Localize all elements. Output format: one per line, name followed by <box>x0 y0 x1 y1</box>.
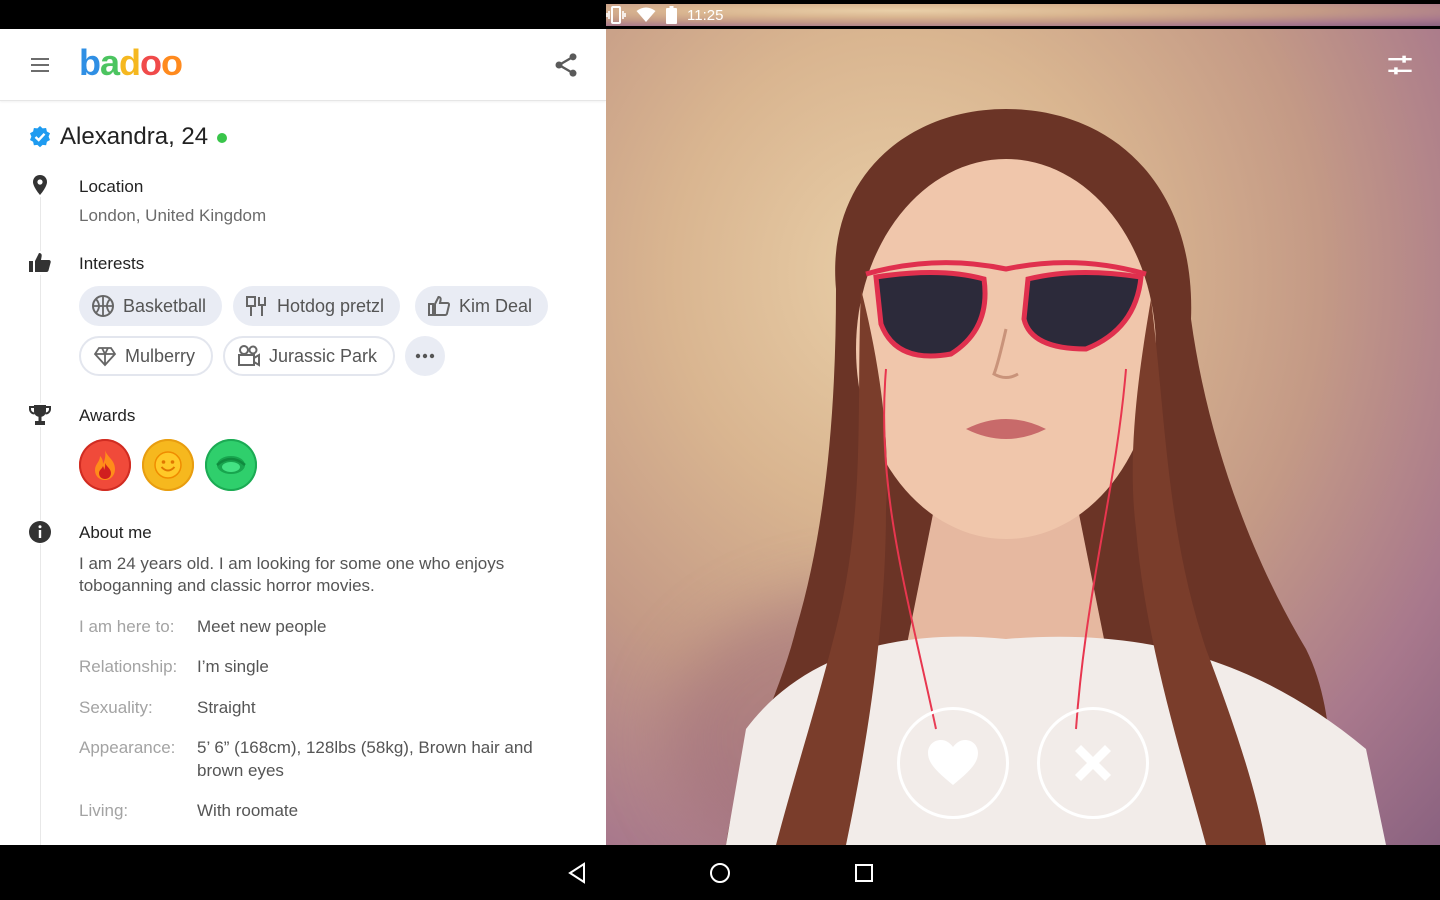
thumbs-up-icon <box>428 295 451 316</box>
filter-sliders-icon[interactable] <box>1386 51 1414 79</box>
android-navigation-bar <box>0 845 1440 900</box>
home-icon[interactable] <box>708 861 732 885</box>
field-value-sexuality: Straight <box>197 698 256 717</box>
back-icon[interactable] <box>565 861 589 885</box>
recents-icon[interactable] <box>852 861 876 885</box>
profile-panel: badoo Alexandra, 24 Location London, Uni… <box>0 29 606 845</box>
field-value-here-to: Meet new people <box>197 617 327 636</box>
dislike-button[interactable] <box>1037 707 1149 819</box>
field-label-appearance: Appearance: <box>79 738 176 757</box>
field-value-appearance: 5’ 6” (168cm), 128lbs (58kg), Brown hair… <box>197 738 533 780</box>
clock: 11:25 <box>687 6 724 24</box>
awards-title: Awards <box>79 406 136 425</box>
location-pin-icon <box>28 173 52 197</box>
badoo-logo[interactable]: badoo <box>79 42 183 83</box>
info-icon <box>28 520 52 544</box>
award-badge-smiley[interactable] <box>142 439 194 491</box>
about-title: About me <box>79 523 152 542</box>
online-indicator <box>217 133 228 143</box>
field-label-relationship: Relationship: <box>79 657 178 676</box>
heart-icon <box>928 740 978 785</box>
logo-letter: b <box>79 42 101 83</box>
verified-icon <box>30 126 50 148</box>
logo-letter: a <box>100 42 120 83</box>
chip-label: Kim Deal <box>459 295 533 316</box>
profile-name: Alexandra, 24 <box>60 123 209 150</box>
field-label-living: Living: <box>79 801 129 820</box>
logo-letter: o <box>161 42 183 83</box>
chip-label: Jurassic Park <box>269 345 378 366</box>
fire-icon <box>95 450 115 480</box>
portrait-illustration <box>726 109 1386 845</box>
field-label-here-to: I am here to: <box>79 617 175 636</box>
field-label-sexuality: Sexuality: <box>79 698 153 717</box>
chip-label: Mulberry <box>125 345 196 366</box>
about-text-line-1: I am 24 years old. I am looking for some… <box>79 554 505 573</box>
interests-title: Interests <box>79 254 145 273</box>
location-value: London, United Kingdom <box>79 206 267 225</box>
chip-label: Hotdog pretzl <box>277 295 385 316</box>
interest-chip-basketball[interactable]: Basketball <box>79 286 223 326</box>
thumbs-up-icon <box>28 251 52 275</box>
field-value-living: With roomate <box>197 801 299 820</box>
battery-icon <box>666 6 677 24</box>
profile-content: Alexandra, 24 Location London, United Ki… <box>0 101 606 845</box>
award-badge-fire[interactable] <box>79 439 131 491</box>
about-text-line-2: toboganning and classic horror movies. <box>79 576 375 595</box>
basketball-icon <box>92 295 114 317</box>
share-icon[interactable] <box>552 51 580 79</box>
menu-icon[interactable] <box>28 53 52 77</box>
wifi-icon <box>636 7 656 22</box>
status-bar: 11:25 <box>0 0 1440 29</box>
awards-list <box>79 439 269 491</box>
smiley-icon <box>154 451 182 479</box>
profile-photo[interactable] <box>606 29 1440 845</box>
app-toolbar: badoo <box>0 29 606 101</box>
logo-letter: d <box>119 42 141 83</box>
interest-chip-jurassic-park[interactable]: Jurassic Park <box>223 336 396 376</box>
interest-chip-hotdog-pretzl[interactable]: Hotdog pretzl <box>233 286 401 326</box>
like-button[interactable] <box>897 707 1009 819</box>
movie-camera-icon <box>238 345 260 367</box>
logo-letter: o <box>140 42 162 83</box>
eye-icon <box>216 456 246 474</box>
timeline-divider <box>40 191 41 845</box>
profile-header: Alexandra, 24 <box>28 123 228 151</box>
fork-knife-icon <box>246 296 266 316</box>
field-value-relationship: I’m single <box>197 657 269 676</box>
location-title: Location <box>79 177 144 196</box>
trophy-icon <box>28 403 52 427</box>
interest-chip-kim-deal[interactable]: Kim Deal <box>415 286 549 326</box>
vibrate-icon <box>606 6 626 24</box>
more-horizontal-icon <box>415 353 435 359</box>
diamond-icon <box>93 347 117 367</box>
interest-chip-mulberry[interactable]: Mulberry <box>79 336 214 376</box>
close-icon <box>1075 745 1111 781</box>
chip-label: Basketball <box>123 295 207 316</box>
more-interests-button[interactable] <box>405 336 445 376</box>
award-badge-eye[interactable] <box>205 439 257 491</box>
